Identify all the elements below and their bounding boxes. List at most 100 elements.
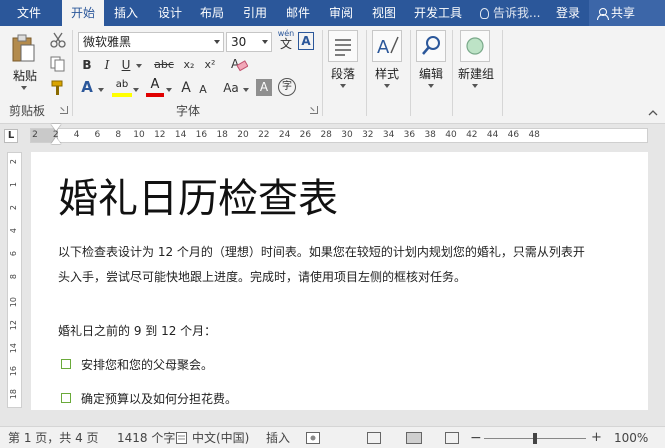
tell-me-box[interactable]: 告诉我... bbox=[480, 0, 540, 26]
checklist-item[interactable]: 安排您和您的父母聚会。 bbox=[81, 356, 213, 373]
section-heading[interactable]: 婚礼日之前的 9 到 12 个月： bbox=[58, 322, 216, 339]
zoom-out-button[interactable]: − bbox=[470, 430, 482, 446]
zoom-in-button[interactable]: + bbox=[591, 430, 602, 446]
grow-font-button[interactable]: A bbox=[178, 79, 194, 97]
tab-file[interactable]: 文件 bbox=[8, 0, 50, 26]
shrink-font-button[interactable]: A bbox=[196, 81, 210, 99]
tab-mailings[interactable]: 邮件 bbox=[279, 0, 317, 26]
tab-layout[interactable]: 布局 bbox=[193, 0, 231, 26]
ruler-tick-label: 6 bbox=[9, 251, 18, 257]
page-count[interactable]: 第 1 页，共 4 页 bbox=[8, 430, 99, 446]
tab-review[interactable]: 审阅 bbox=[322, 0, 360, 26]
first-line-indent-icon[interactable] bbox=[51, 124, 61, 131]
underline-dropdown-icon[interactable] bbox=[136, 64, 142, 68]
zoom-slider-thumb[interactable] bbox=[533, 433, 537, 444]
paragraph-button[interactable] bbox=[328, 30, 358, 62]
subscript-button[interactable]: x₂ bbox=[180, 56, 198, 74]
vertical-scrollbar[interactable] bbox=[652, 146, 665, 414]
text-effects-button[interactable]: A bbox=[79, 78, 95, 96]
ribbon-tab-bar: 文件 开始 插入 设计 布局 引用 邮件 审阅 视图 开发工具 告诉我... 登… bbox=[0, 0, 665, 26]
strikethrough-button[interactable]: abc bbox=[152, 56, 176, 74]
cut-icon[interactable] bbox=[50, 32, 66, 48]
editing-button[interactable] bbox=[416, 30, 446, 62]
new-group-button[interactable] bbox=[460, 30, 490, 62]
vertical-ruler[interactable]: 2 1 2 4 6 8 10 12 14 16 18 bbox=[7, 152, 22, 408]
paste-label: 粘贴 bbox=[12, 69, 37, 83]
ruler-tick-label: 6 bbox=[94, 130, 101, 140]
tab-home[interactable]: 开始 bbox=[62, 0, 104, 26]
paragraph-line[interactable]: 以下检查表设计为 12 个月的（理想）时间表。如果您在较短的计划内规划您的婚礼，… bbox=[58, 243, 585, 260]
web-layout-icon[interactable] bbox=[445, 432, 459, 444]
clear-formatting-icon[interactable]: A bbox=[230, 56, 249, 72]
paste-dropdown-icon[interactable] bbox=[21, 86, 27, 90]
svg-text:A: A bbox=[377, 37, 390, 58]
ruler-tick-label: 24 bbox=[278, 130, 291, 140]
font-name-combo[interactable]: 微软雅黑 bbox=[78, 32, 224, 52]
highlight-dropdown-icon[interactable] bbox=[133, 88, 139, 92]
superscript-button[interactable]: x² bbox=[201, 56, 219, 74]
editing-dropdown-icon[interactable] bbox=[428, 84, 434, 88]
font-size-combo[interactable]: 30 bbox=[226, 32, 272, 52]
chevron-down-icon bbox=[214, 40, 220, 44]
styles-button[interactable]: A bbox=[372, 30, 402, 62]
paragraph-line[interactable]: 头入手，尝试尽可能快地跟上进度。完成时，请使用项目左侧的框核对任务。 bbox=[58, 268, 466, 285]
share-button[interactable]: 共享 bbox=[589, 0, 665, 26]
character-shading-button[interactable]: A bbox=[256, 79, 272, 96]
styles-icon: A bbox=[377, 36, 399, 58]
ruler-tick-label: 48 bbox=[528, 130, 540, 140]
hanging-indent-icon[interactable] bbox=[51, 137, 61, 144]
clipboard-launcher-icon[interactable] bbox=[60, 106, 68, 114]
ruler-tick-label: 12 bbox=[154, 130, 166, 140]
read-mode-icon[interactable] bbox=[367, 432, 381, 444]
underline-button[interactable]: U bbox=[118, 56, 134, 74]
print-layout-icon[interactable] bbox=[406, 432, 422, 444]
ruler-tick-label: 4 bbox=[73, 130, 80, 140]
font-color-swatch bbox=[146, 93, 164, 97]
proofing-icon[interactable] bbox=[176, 432, 187, 444]
document-page[interactable]: 婚礼日历检查表 以下检查表设计为 12 个月的（理想）时间表。如果您在较短的计划… bbox=[31, 152, 648, 410]
font-color-label: A bbox=[150, 77, 160, 92]
tab-design[interactable]: 设计 bbox=[150, 0, 190, 26]
checklist-item[interactable]: 确定预算以及如何分担花费。 bbox=[81, 390, 237, 407]
highlight-button[interactable]: ab bbox=[112, 78, 132, 98]
checkbox[interactable] bbox=[61, 359, 71, 369]
font-color-button[interactable]: A bbox=[146, 78, 164, 98]
font-launcher-icon[interactable] bbox=[310, 106, 318, 114]
horizontal-ruler[interactable]: 2 2 4 6 8 10 12 14 16 18 20 22 24 26 28 30 32 34 36 38 40 42 4… bbox=[30, 128, 648, 143]
tab-references[interactable]: 引用 bbox=[236, 0, 274, 26]
collapse-ribbon-icon[interactable] bbox=[648, 106, 658, 116]
document-title[interactable]: 婚礼日历检查表 bbox=[58, 166, 338, 224]
macro-record-icon[interactable] bbox=[306, 432, 320, 444]
ruler-tick-label: 18 bbox=[216, 130, 228, 140]
paste-button[interactable] bbox=[10, 34, 36, 64]
italic-button[interactable]: I bbox=[99, 56, 115, 74]
font-color-dropdown-icon[interactable] bbox=[166, 88, 172, 92]
chevron-down-icon bbox=[262, 40, 268, 44]
copy-icon[interactable] bbox=[50, 56, 66, 72]
paragraph-dropdown-icon[interactable] bbox=[340, 84, 346, 88]
checkbox[interactable] bbox=[61, 393, 71, 403]
change-case-dropdown-icon[interactable] bbox=[243, 88, 249, 92]
tab-view[interactable]: 视图 bbox=[365, 0, 403, 26]
phonetic-guide-button[interactable]: wén 文 bbox=[277, 30, 295, 52]
character-border-button[interactable]: A bbox=[298, 32, 314, 50]
new-group-dropdown-icon[interactable] bbox=[472, 84, 478, 88]
enclose-characters-button[interactable]: 字 bbox=[278, 78, 296, 96]
styles-dropdown-icon[interactable] bbox=[384, 84, 390, 88]
indent-markers[interactable] bbox=[51, 124, 61, 146]
tab-insert[interactable]: 插入 bbox=[106, 0, 146, 26]
text-effects-dropdown-icon[interactable] bbox=[98, 88, 104, 92]
tab-developer[interactable]: 开发工具 bbox=[408, 0, 468, 26]
format-painter-icon[interactable] bbox=[50, 80, 66, 96]
tab-selector-button[interactable]: L bbox=[4, 129, 18, 143]
change-case-button[interactable]: Aa bbox=[220, 79, 242, 97]
share-label: 共享 bbox=[611, 6, 636, 20]
ruler-tick-label: 30 bbox=[341, 130, 353, 140]
ruler-tick-label: 4 bbox=[9, 228, 18, 234]
word-count[interactable]: 1418 个字 bbox=[117, 430, 175, 446]
bold-button[interactable]: B bbox=[79, 56, 95, 74]
zoom-level[interactable]: 100% bbox=[614, 430, 648, 446]
language[interactable]: 中文(中国) bbox=[192, 430, 249, 446]
login-button[interactable]: 登录 bbox=[556, 0, 580, 26]
insert-mode[interactable]: 插入 bbox=[266, 430, 290, 446]
